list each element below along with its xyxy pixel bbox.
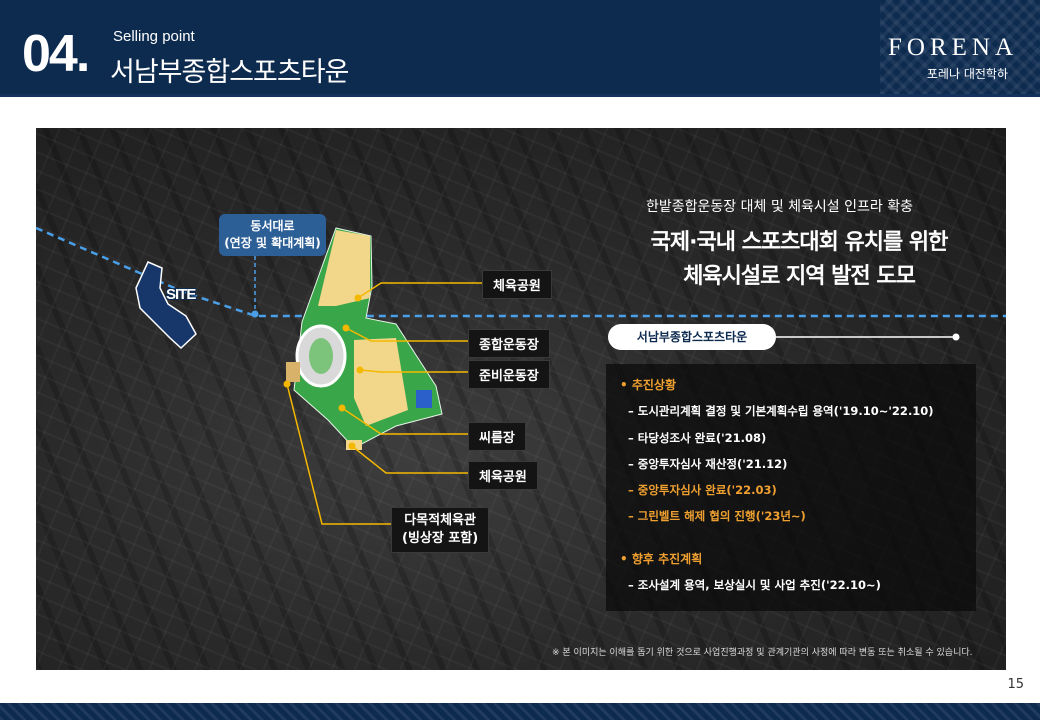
aerial-map: 동서대로 (연장 및 확대계획) SITE 체육공원 종합운동장 준비운동장 씨… xyxy=(36,128,1006,670)
header-bar: 04. Selling point 서남부종합스포츠타운 FORENA 포레나 … xyxy=(0,0,1040,94)
brand-logo: FORENA xyxy=(887,34,1018,61)
road-callout-dot xyxy=(251,310,259,318)
road-callout-line2: (연장 및 확대계획) xyxy=(224,236,321,250)
progress-item-2: – 타당성조사 완료('21.08) xyxy=(628,431,767,445)
disclaimer: ※ 본 이미지는 이해를 돕기 위한 것으로 사업진행과정 및 관계기관의 사정… xyxy=(552,648,973,658)
stadium-field xyxy=(309,338,333,374)
marker-multi-gym xyxy=(283,380,291,388)
label-multi-gym-line2: (빙상장 포함) xyxy=(402,531,479,546)
headline-line2: 체육시설로 지역 발전 도모 xyxy=(683,264,916,289)
label-park-top: 체육공원 xyxy=(482,270,552,299)
section-pill: 서남부종합스포츠타운 xyxy=(608,324,776,350)
leader-park-top xyxy=(357,282,484,299)
label-sub-stadium: 준비운동장 xyxy=(468,360,550,389)
marker-ssireum xyxy=(338,404,346,412)
label-multi-gym-line1: 다목적체육관 xyxy=(404,513,476,528)
footer-bar xyxy=(0,703,1040,720)
road-callout-line1: 동서대로 xyxy=(250,219,295,233)
progress-item-3: – 중앙투자심사 재산정('21.12) xyxy=(628,457,788,471)
future-title: • 향후 추진계획 xyxy=(620,552,703,566)
headline-line1: 국제·국내 스포츠대회 유치를 위한 xyxy=(650,230,949,255)
road-callout: 동서대로 (연장 및 확대계획) xyxy=(219,214,326,256)
header-divider xyxy=(0,94,1040,97)
progress-title: • 추진상황 xyxy=(620,378,677,392)
marker-sub-stadium xyxy=(356,366,364,374)
brand-subtitle: 포레나 대전학하 xyxy=(926,67,1008,81)
headline-subtitle: 한밭종합운동장 대체 및 체육시설 인프라 확충 xyxy=(646,199,913,215)
progress-item-1: – 도시관리계획 결정 및 기본계획수립 용역('19.10~'22.10) xyxy=(628,404,934,418)
progress-item-5: – 그린벨트 해제 협의 진행('23년~) xyxy=(628,509,806,523)
section-label: Selling point xyxy=(113,28,195,45)
marker-park-bottom xyxy=(348,442,356,450)
marker-park-top xyxy=(354,294,362,302)
leader-park-bottom xyxy=(351,445,468,474)
site-shape xyxy=(135,261,197,350)
section-number: 04. xyxy=(22,25,90,83)
label-stadium: 종합운동장 xyxy=(468,329,550,358)
future-item-1: – 조사설계 용역, 보상실시 및 사업 추진('22.10~) xyxy=(628,578,881,592)
label-park-bottom: 체육공원 xyxy=(468,461,538,490)
pill-connector-dot xyxy=(952,333,960,341)
gym-block xyxy=(286,362,300,382)
marker-stadium xyxy=(342,324,350,332)
site-label: SITE xyxy=(166,286,196,303)
info-panel: • 추진상황 – 도시관리계획 결정 및 기본계획수립 용역('19.10~'2… xyxy=(606,364,976,611)
page-number: 15 xyxy=(1007,677,1024,692)
headline: 국제·국내 스포츠대회 유치를 위한 체육시설로 지역 발전 도모 xyxy=(624,226,974,294)
progress-item-4: – 중앙투자심사 완료('22.03) xyxy=(628,483,777,497)
label-ssireum: 씨름장 xyxy=(468,422,526,451)
label-multi-gym: 다목적체육관 (빙상장 포함) xyxy=(391,507,490,553)
zone-blue xyxy=(416,390,432,408)
page-title: 서남부종합스포츠타운 xyxy=(110,57,349,88)
